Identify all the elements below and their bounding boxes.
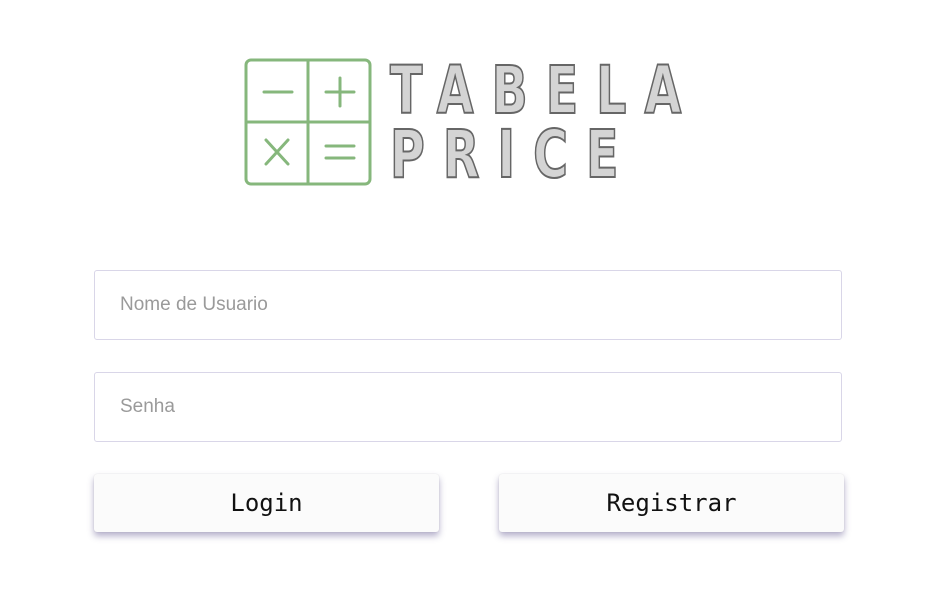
register-button[interactable]: Registrar — [499, 474, 844, 532]
calculator-grid-icon — [244, 58, 372, 186]
logo-text-line2: PRICE — [389, 116, 637, 193]
app-logo: TABELA PRICE — [244, 52, 704, 193]
logo-text-line1: TABELA — [389, 52, 700, 129]
password-input[interactable] — [94, 372, 842, 442]
login-page: TABELA PRICE Login Registrar — [0, 0, 949, 615]
login-button[interactable]: Login — [94, 474, 439, 532]
username-input[interactable] — [94, 270, 842, 340]
